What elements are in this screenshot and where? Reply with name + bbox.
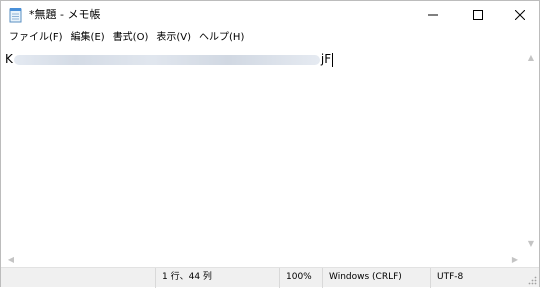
minimize-button[interactable] xyxy=(410,1,455,29)
scroll-down-icon[interactable]: ▼ xyxy=(523,235,539,251)
menu-help[interactable]: ヘルプ(H) xyxy=(195,31,248,45)
maximize-icon xyxy=(472,10,483,20)
text-caret xyxy=(332,52,334,67)
zoom-level: 100% xyxy=(279,268,322,288)
title-bar[interactable]: *無題 - メモ帳 xyxy=(1,1,539,29)
resize-grip-icon[interactable] xyxy=(527,275,537,285)
close-button[interactable] xyxy=(497,1,540,29)
notepad-window: *無題 - メモ帳 ファイル(F) 編集(E) 書式(O) 表示(V) ヘルプ(… xyxy=(0,0,540,288)
window-title: *無題 - メモ帳 xyxy=(29,8,101,21)
menu-bar: ファイル(F) 編集(E) 書式(O) 表示(V) ヘルプ(H) xyxy=(1,29,539,47)
minimize-icon xyxy=(427,14,438,16)
blurred-text xyxy=(13,54,320,65)
line-ending: Windows (CRLF) xyxy=(322,268,430,288)
notepad-icon xyxy=(9,8,22,23)
menu-view[interactable]: 表示(V) xyxy=(152,31,195,45)
text-start: K xyxy=(5,52,13,66)
scroll-up-icon[interactable]: ▲ xyxy=(523,49,539,65)
menu-format[interactable]: 書式(O) xyxy=(109,31,153,45)
close-icon xyxy=(514,10,525,20)
horizontal-scrollbar[interactable]: ◀ ▶ xyxy=(1,251,539,267)
vertical-scrollbar[interactable]: ▲ ▼ xyxy=(523,47,539,251)
cursor-position: 1 行、44 列 xyxy=(155,268,279,288)
maximize-button[interactable] xyxy=(455,1,500,29)
encoding: UTF-8 xyxy=(430,268,527,288)
scroll-left-icon[interactable]: ◀ xyxy=(3,251,19,267)
text-end: jF xyxy=(320,52,332,66)
menu-edit[interactable]: 編集(E) xyxy=(67,31,109,45)
scroll-right-icon[interactable]: ▶ xyxy=(507,251,523,267)
status-bar: 1 行、44 列 100% Windows (CRLF) UTF-8 xyxy=(1,267,539,288)
menu-file[interactable]: ファイル(F) xyxy=(5,31,67,45)
text-line: KjF xyxy=(5,51,334,67)
text-editor-area[interactable]: KjF xyxy=(1,47,539,251)
